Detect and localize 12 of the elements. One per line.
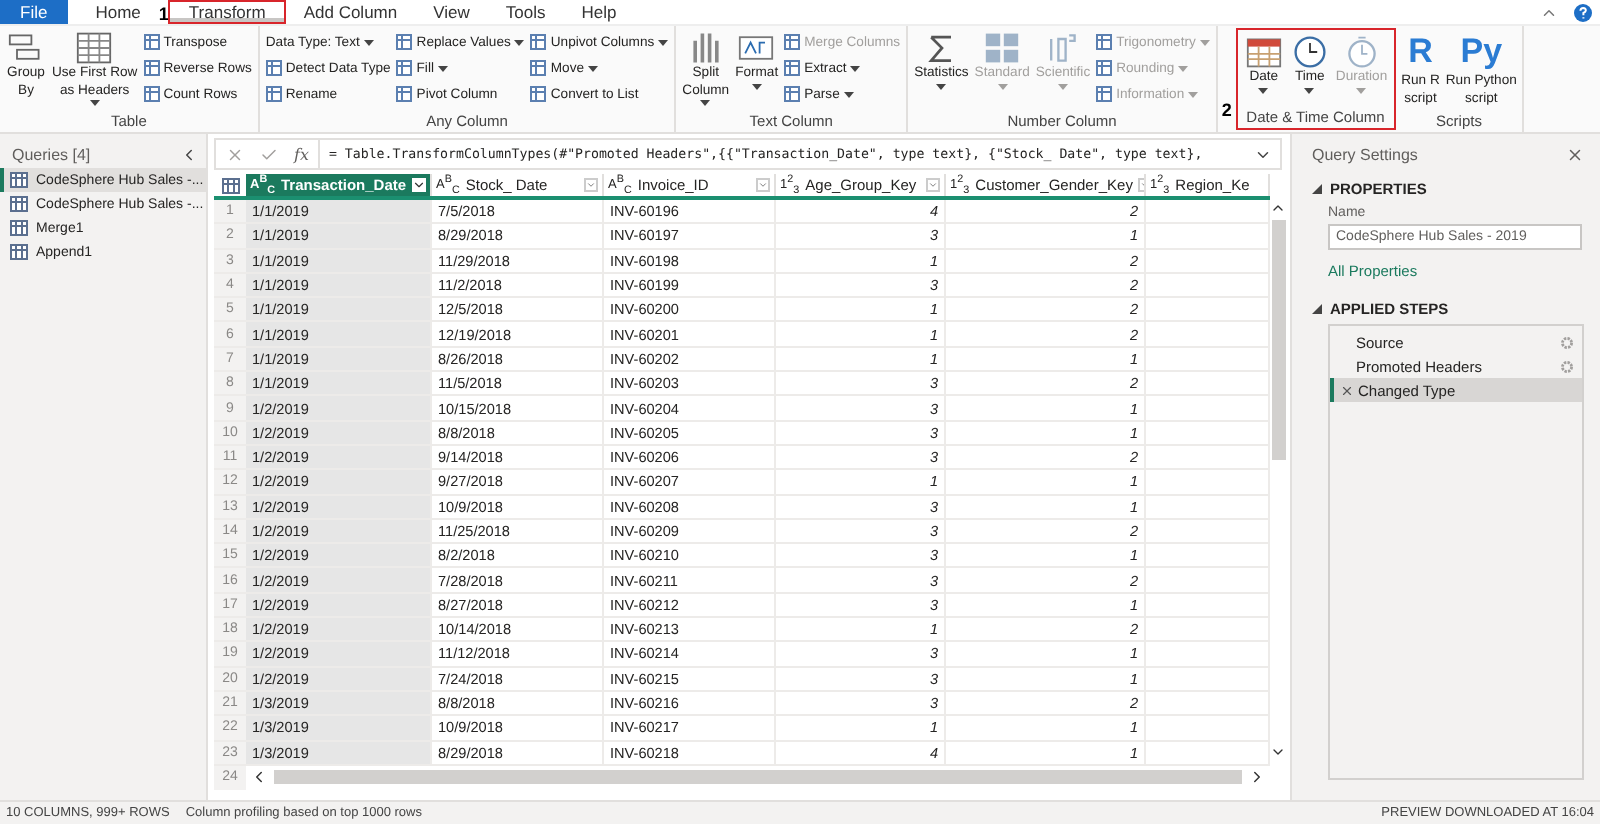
annotation-number: 2 (1221, 100, 1232, 120)
ribbon-tab[interactable]: Tools (487, 0, 564, 24)
ribbon-tab[interactable]: Transform (168, 0, 286, 24)
ribbon-tab[interactable]: View (415, 0, 488, 24)
ribbon-tab[interactable]: Add Column (285, 0, 416, 24)
function-label[interactable]: fx (294, 145, 309, 163)
ribbon-tab[interactable]: Help (563, 0, 635, 24)
ribbon-tab[interactable]: Home (77, 0, 159, 24)
annotation-number: 1 (158, 4, 169, 24)
ribbon-tab[interactable]: File (0, 0, 68, 24)
pane-title: Queries [4] (12, 145, 91, 163)
pane-title: Query Settings (1312, 145, 1418, 163)
